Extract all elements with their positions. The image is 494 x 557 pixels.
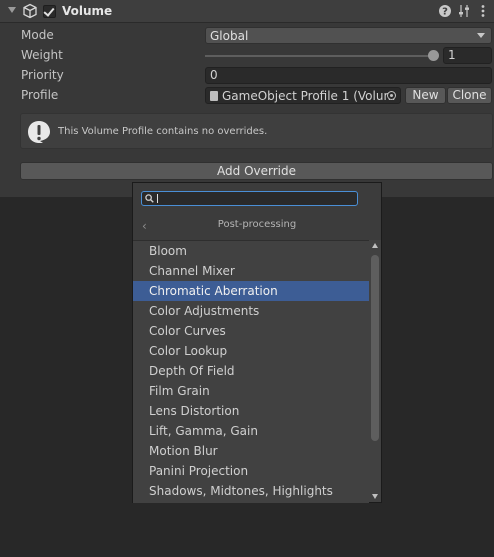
scrollbar-thumb[interactable] (371, 255, 379, 441)
list-item[interactable]: Panini Projection (133, 461, 369, 481)
list-item[interactable]: Color Lookup (133, 341, 369, 361)
weight-slider-track[interactable] (205, 55, 434, 57)
help-message: This Volume Profile contains no override… (58, 126, 268, 137)
more-icon[interactable] (476, 4, 490, 18)
priority-input[interactable]: 0 (205, 67, 492, 84)
list-item[interactable]: Lift, Gamma, Gain (133, 421, 369, 441)
profile-label: Profile (21, 88, 59, 102)
mode-dropdown[interactable]: Global (205, 27, 492, 44)
check-icon (43, 5, 55, 17)
search-input[interactable] (141, 191, 358, 206)
chevron-down-icon (477, 33, 485, 38)
list-item[interactable]: Lens Distortion (133, 401, 369, 421)
add-override-button[interactable]: Add Override (20, 162, 493, 180)
cube-icon (23, 3, 37, 19)
list-item[interactable]: Bloom (133, 241, 369, 261)
list-item[interactable]: Channel Mixer (133, 261, 369, 281)
list-item[interactable]: Shadows, Midtones, Highlights (133, 481, 369, 501)
list-item[interactable]: Color Adjustments (133, 301, 369, 321)
list-item[interactable]: Motion Blur (133, 441, 369, 461)
info-icon (28, 121, 50, 143)
add-override-popup: ‹ Post-processing Bloom Channel Mixer Chro… (132, 182, 382, 503)
weight-label: Weight (21, 48, 63, 62)
mode-value: Global (210, 29, 249, 43)
help-box: This Volume Profile contains no override… (20, 113, 493, 149)
text-caret (157, 194, 158, 203)
new-profile-button[interactable]: New (405, 87, 446, 104)
foldout-arrow-icon[interactable] (8, 7, 16, 13)
clone-profile-button[interactable]: Clone (447, 87, 492, 104)
help-icon[interactable]: ? (438, 4, 452, 18)
component-title: Volume (62, 4, 113, 18)
profile-object-field[interactable]: GameObject Profile 1 (Volum (205, 87, 401, 104)
volume-inspector: Volume ? Mode Global Weight 1 Priority 0… (0, 0, 494, 197)
weight-input[interactable]: 1 (443, 47, 492, 64)
list-item[interactable]: Chromatic Aberration (133, 281, 369, 301)
svg-text:?: ? (442, 7, 448, 18)
presets-icon[interactable] (457, 4, 471, 18)
list-scrollbar[interactable] (369, 240, 381, 502)
profile-value: GameObject Profile 1 (Volum (222, 89, 396, 103)
weight-slider-thumb[interactable] (428, 50, 439, 61)
priority-label: Priority (21, 68, 64, 82)
asset-icon (210, 91, 218, 101)
object-picker-icon[interactable] (387, 91, 396, 100)
popup-header-title: Post-processing (217, 219, 297, 230)
mode-label: Mode (21, 28, 54, 42)
component-enabled-checkbox[interactable] (43, 5, 56, 18)
popup-header: ‹ Post-processing (133, 211, 381, 240)
search-icon (145, 194, 154, 203)
scroll-up-icon[interactable] (372, 243, 378, 248)
list-item[interactable]: Depth Of Field (133, 361, 369, 381)
list-item[interactable]: Color Curves (133, 321, 369, 341)
component-header[interactable]: Volume ? (0, 0, 494, 23)
scroll-down-icon[interactable] (372, 494, 378, 499)
override-list: Bloom Channel Mixer Chromatic Aberration Co… (133, 240, 369, 503)
list-item[interactable]: Film Grain (133, 381, 369, 401)
